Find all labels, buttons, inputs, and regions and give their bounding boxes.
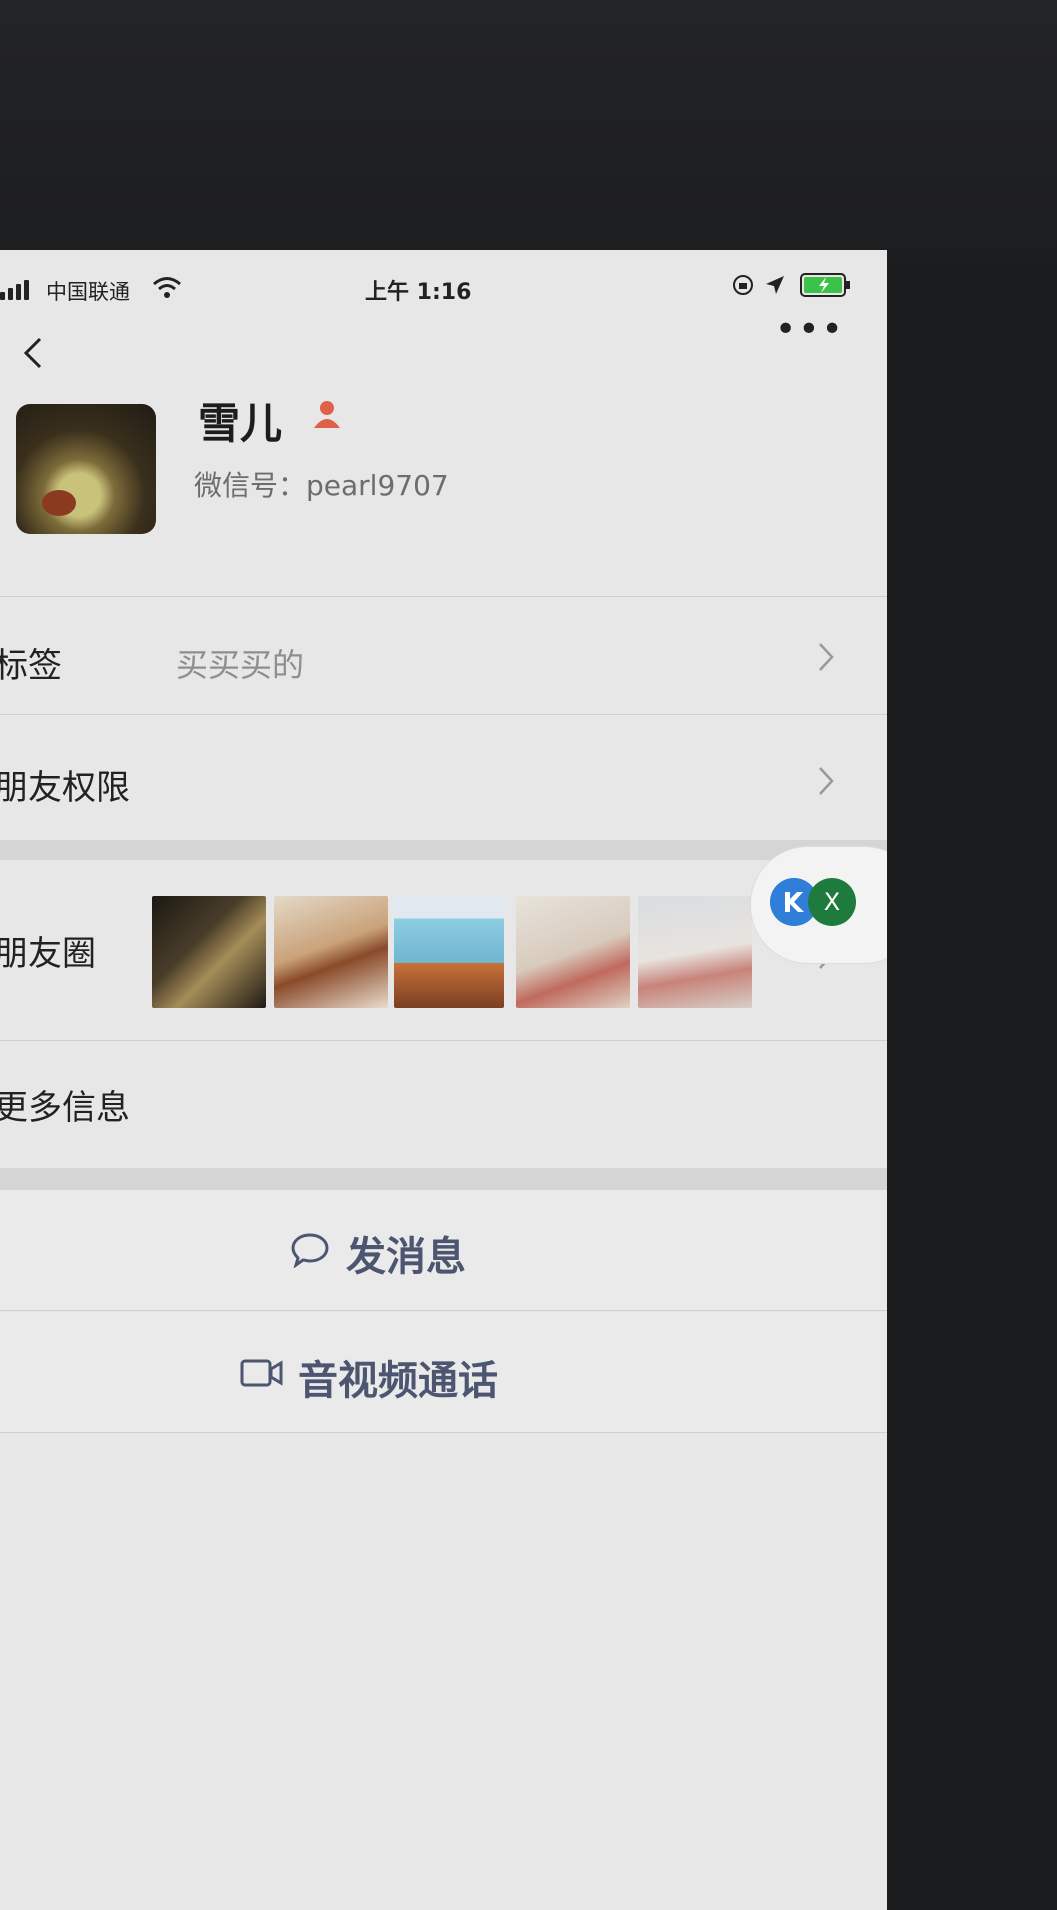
divider bbox=[0, 714, 887, 715]
divider bbox=[0, 1432, 887, 1433]
avatar[interactable] bbox=[16, 404, 156, 534]
wifi-icon bbox=[153, 277, 181, 298]
tags-value[interactable]: 买买买的 bbox=[176, 640, 304, 686]
tags-label[interactable]: 标签 bbox=[0, 638, 62, 687]
section-gap bbox=[0, 1168, 887, 1190]
more-options-icon[interactable]: ••• bbox=[775, 312, 845, 348]
moments-thumbnail[interactable] bbox=[274, 896, 388, 1008]
moments-thumbnail[interactable] bbox=[394, 896, 504, 1008]
chat-bubble-icon bbox=[291, 1233, 329, 1268]
location-arrow-icon bbox=[766, 276, 784, 294]
close-floating-icon[interactable]: X bbox=[808, 878, 856, 926]
signal-strength-icon bbox=[0, 280, 29, 300]
section-gap bbox=[0, 840, 887, 860]
video-call-button[interactable]: 音视频通话 bbox=[0, 1312, 887, 1432]
divider bbox=[0, 1310, 887, 1311]
back-chevron-icon[interactable] bbox=[20, 336, 46, 370]
moments-label[interactable]: 朋友圈 bbox=[0, 926, 96, 975]
carrier-name: 中国联通 bbox=[46, 280, 130, 304]
more-info-label[interactable]: 更多信息 bbox=[0, 1080, 130, 1129]
rotation-lock-icon bbox=[733, 275, 753, 295]
divider bbox=[0, 596, 887, 597]
moments-thumbnail[interactable] bbox=[152, 896, 266, 1008]
nickname: 雪儿 bbox=[198, 399, 283, 448]
video-camera-icon bbox=[240, 1359, 283, 1387]
send-message-button[interactable]: 发消息 bbox=[0, 1190, 887, 1310]
moments-thumbnail[interactable] bbox=[638, 896, 752, 1008]
clock: 上午 1:16 bbox=[365, 280, 472, 305]
status-bar: 中国联通 上午 1:16 bbox=[0, 250, 887, 306]
wechat-id: 微信号：pearl9707 bbox=[194, 469, 449, 502]
battery-charging-icon bbox=[800, 273, 850, 297]
friend-permissions-label[interactable]: 朋友权限 bbox=[0, 760, 130, 809]
video-call-label: 音视频通话 bbox=[298, 1358, 498, 1404]
chevron-right-icon bbox=[819, 767, 834, 795]
phone-screen: 中国联通 上午 1:16 ••• 雪儿 微信号：pearl9707 标签 买买买… bbox=[0, 250, 887, 1910]
female-gender-icon bbox=[314, 401, 340, 428]
divider bbox=[0, 1040, 887, 1041]
moments-thumbnail[interactable] bbox=[516, 896, 630, 1008]
chevron-right-icon bbox=[819, 643, 834, 671]
desk-background bbox=[0, 0, 1057, 260]
send-message-label: 发消息 bbox=[346, 1234, 466, 1280]
